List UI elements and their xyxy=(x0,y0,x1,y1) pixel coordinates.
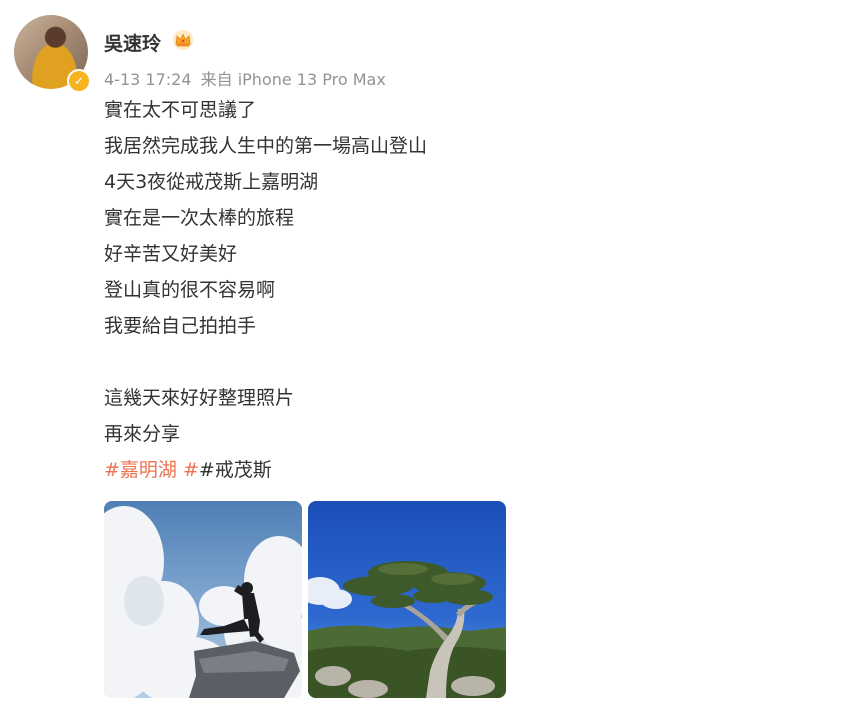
text-line: 再來分享 xyxy=(104,423,181,445)
text-line: 4天3夜從戒茂斯上嘉明湖 xyxy=(104,171,319,193)
post-time[interactable]: 4-13 17:24 xyxy=(104,70,192,89)
text-line: 我居然完成我人生中的第一場高山登山 xyxy=(104,135,428,157)
post-meta: 4-13 17:24 来自 iPhone 13 Pro Max xyxy=(104,66,390,90)
username[interactable]: 吳速玲 xyxy=(104,29,161,56)
text-line: 實在是一次太棒的旅程 xyxy=(104,207,295,229)
post-content: 實在太不可思議了 我居然完成我人生中的第一場高山登山 4天3夜從戒茂斯上嘉明湖 … xyxy=(104,96,427,492)
text-line: 我要給自己拍拍手 xyxy=(104,315,257,337)
text-line: 登山真的很不容易啊 xyxy=(104,279,276,301)
crown-icon[interactable] xyxy=(172,29,194,51)
topic-link-jiemaosi[interactable]: #戒茂斯 xyxy=(199,459,272,481)
post-source: 来自 iPhone 13 Pro Max xyxy=(200,70,386,89)
topic-link-jiaming-lake[interactable]: #嘉明湖 xyxy=(104,459,177,481)
text-line: 這幾天來好好整理照片 xyxy=(104,387,295,409)
post-image-2[interactable] xyxy=(308,501,506,698)
text-line: 好辛苦又好美好 xyxy=(104,243,238,265)
post-image-1[interactable] xyxy=(104,501,302,698)
text-line: 實在太不可思議了 xyxy=(104,99,257,121)
topics-line: #嘉明湖 ##戒茂斯 xyxy=(104,456,427,492)
topic-separator: # xyxy=(176,459,199,481)
verified-badge-icon: ✓ xyxy=(67,69,91,93)
